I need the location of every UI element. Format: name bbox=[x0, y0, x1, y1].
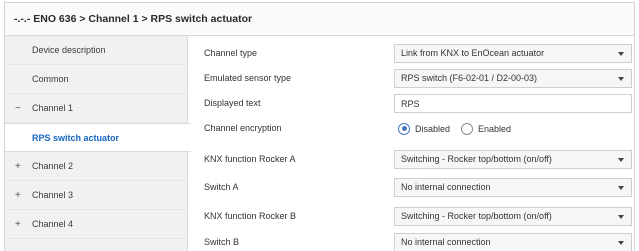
sidebar-item-channel-4[interactable]: + Channel 4 bbox=[5, 210, 188, 239]
caret-down-icon bbox=[618, 215, 624, 219]
sidebar-item-channel-3[interactable]: + Channel 3 bbox=[5, 181, 188, 210]
param-row-channel-type: Channel type Link from KNX to EnOcean ac… bbox=[189, 41, 634, 66]
select-value: Switching - Rocker top/bottom (on/off) bbox=[401, 211, 552, 221]
channel-encryption-radio-group: Disabled Enabled bbox=[398, 116, 511, 141]
sidebar-item-device-description[interactable]: Device description bbox=[5, 36, 188, 65]
param-label: Channel type bbox=[204, 48, 258, 58]
select-value: Switching - Rocker top/bottom (on/off) bbox=[401, 154, 552, 164]
caret-down-icon bbox=[618, 186, 624, 190]
switch-b-select[interactable]: No internal connection bbox=[394, 233, 632, 251]
param-label: Switch A bbox=[204, 182, 239, 192]
param-row-displayed-text: Displayed text bbox=[189, 91, 634, 116]
sidebar-item-label: Channel 4 bbox=[32, 219, 74, 229]
param-row-switch-a: Switch A No internal connection bbox=[189, 175, 634, 200]
sidebar: Device description Common − Channel 1 RP… bbox=[5, 36, 191, 251]
param-row-knx-function-rocker-b: KNX function Rocker B Switching - Rocker… bbox=[189, 204, 634, 229]
param-row-knx-function-rocker-a: KNX function Rocker A Switching - Rocker… bbox=[189, 147, 634, 172]
minus-icon[interactable]: − bbox=[15, 103, 32, 114]
param-row-emulated-sensor-type: Emulated sensor type RPS switch (F6-02-0… bbox=[189, 66, 634, 91]
plus-icon[interactable]: + bbox=[15, 190, 32, 201]
breadcrumb-title: -.-.- ENO 636 > Channel 1 > RPS switch a… bbox=[14, 13, 253, 25]
radio-label: Enabled bbox=[478, 123, 512, 134]
param-row-switch-b: Switch B No internal connection bbox=[189, 230, 634, 251]
channel-type-select[interactable]: Link from KNX to EnOcean actuator bbox=[394, 44, 632, 63]
param-label: Switch B bbox=[204, 237, 240, 247]
param-label: Displayed text bbox=[204, 98, 261, 108]
select-value: Link from KNX to EnOcean actuator bbox=[401, 48, 545, 58]
select-value: No internal connection bbox=[401, 237, 491, 247]
caret-down-icon bbox=[618, 241, 624, 245]
sidebar-item-label: Common bbox=[32, 74, 69, 84]
param-label: KNX function Rocker B bbox=[204, 211, 297, 221]
caret-down-icon bbox=[618, 77, 624, 81]
sidebar-item-channel-1[interactable]: − Channel 1 bbox=[5, 94, 188, 123]
knx-function-rocker-a-select[interactable]: Switching - Rocker top/bottom (on/off) bbox=[394, 150, 632, 169]
emulated-sensor-type-select[interactable]: RPS switch (F6-02-01 / D2-00-03) bbox=[394, 69, 632, 88]
sidebar-item-label: Channel 2 bbox=[32, 161, 74, 171]
radio-label: Disabled bbox=[415, 123, 451, 134]
param-label: Channel encryption bbox=[204, 123, 282, 133]
title-bar: -.-.- ENO 636 > Channel 1 > RPS switch a… bbox=[5, 3, 634, 36]
sidebar-item-label: Channel 3 bbox=[32, 190, 74, 200]
sidebar-item-label: Channel 1 bbox=[32, 103, 74, 113]
radio-selected-icon bbox=[398, 122, 410, 135]
sidebar-item-label: Device description bbox=[32, 45, 106, 55]
param-label: Emulated sensor type bbox=[204, 73, 292, 83]
caret-down-icon bbox=[618, 52, 624, 56]
caret-down-icon bbox=[618, 158, 624, 162]
sidebar-item-label: RPS switch actuator bbox=[32, 132, 120, 143]
select-value: No internal connection bbox=[401, 182, 491, 192]
sidebar-item-common[interactable]: Common bbox=[5, 65, 188, 94]
encryption-disabled-radio[interactable]: Disabled bbox=[398, 122, 451, 135]
select-value: RPS switch (F6-02-01 / D2-00-03) bbox=[401, 73, 538, 83]
param-label: KNX function Rocker A bbox=[204, 154, 296, 164]
app-window: -.-.- ENO 636 > Channel 1 > RPS switch a… bbox=[4, 2, 635, 251]
encryption-enabled-radio[interactable]: Enabled bbox=[461, 122, 512, 135]
knx-function-rocker-b-select[interactable]: Switching - Rocker top/bottom (on/off) bbox=[394, 207, 632, 226]
plus-icon[interactable]: + bbox=[15, 161, 32, 172]
param-row-channel-encryption: Channel encryption Disabled Enabled bbox=[189, 116, 634, 141]
radio-unselected-icon bbox=[461, 122, 474, 135]
switch-a-select[interactable]: No internal connection bbox=[394, 178, 632, 197]
plus-icon[interactable]: + bbox=[15, 219, 32, 230]
sidebar-item-rps-switch-actuator[interactable]: RPS switch actuator bbox=[5, 123, 191, 152]
sidebar-item-channel-2[interactable]: + Channel 2 bbox=[5, 152, 188, 181]
displayed-text-input[interactable] bbox=[394, 94, 632, 113]
parameter-panel: Channel type Link from KNX to EnOcean ac… bbox=[189, 36, 634, 251]
